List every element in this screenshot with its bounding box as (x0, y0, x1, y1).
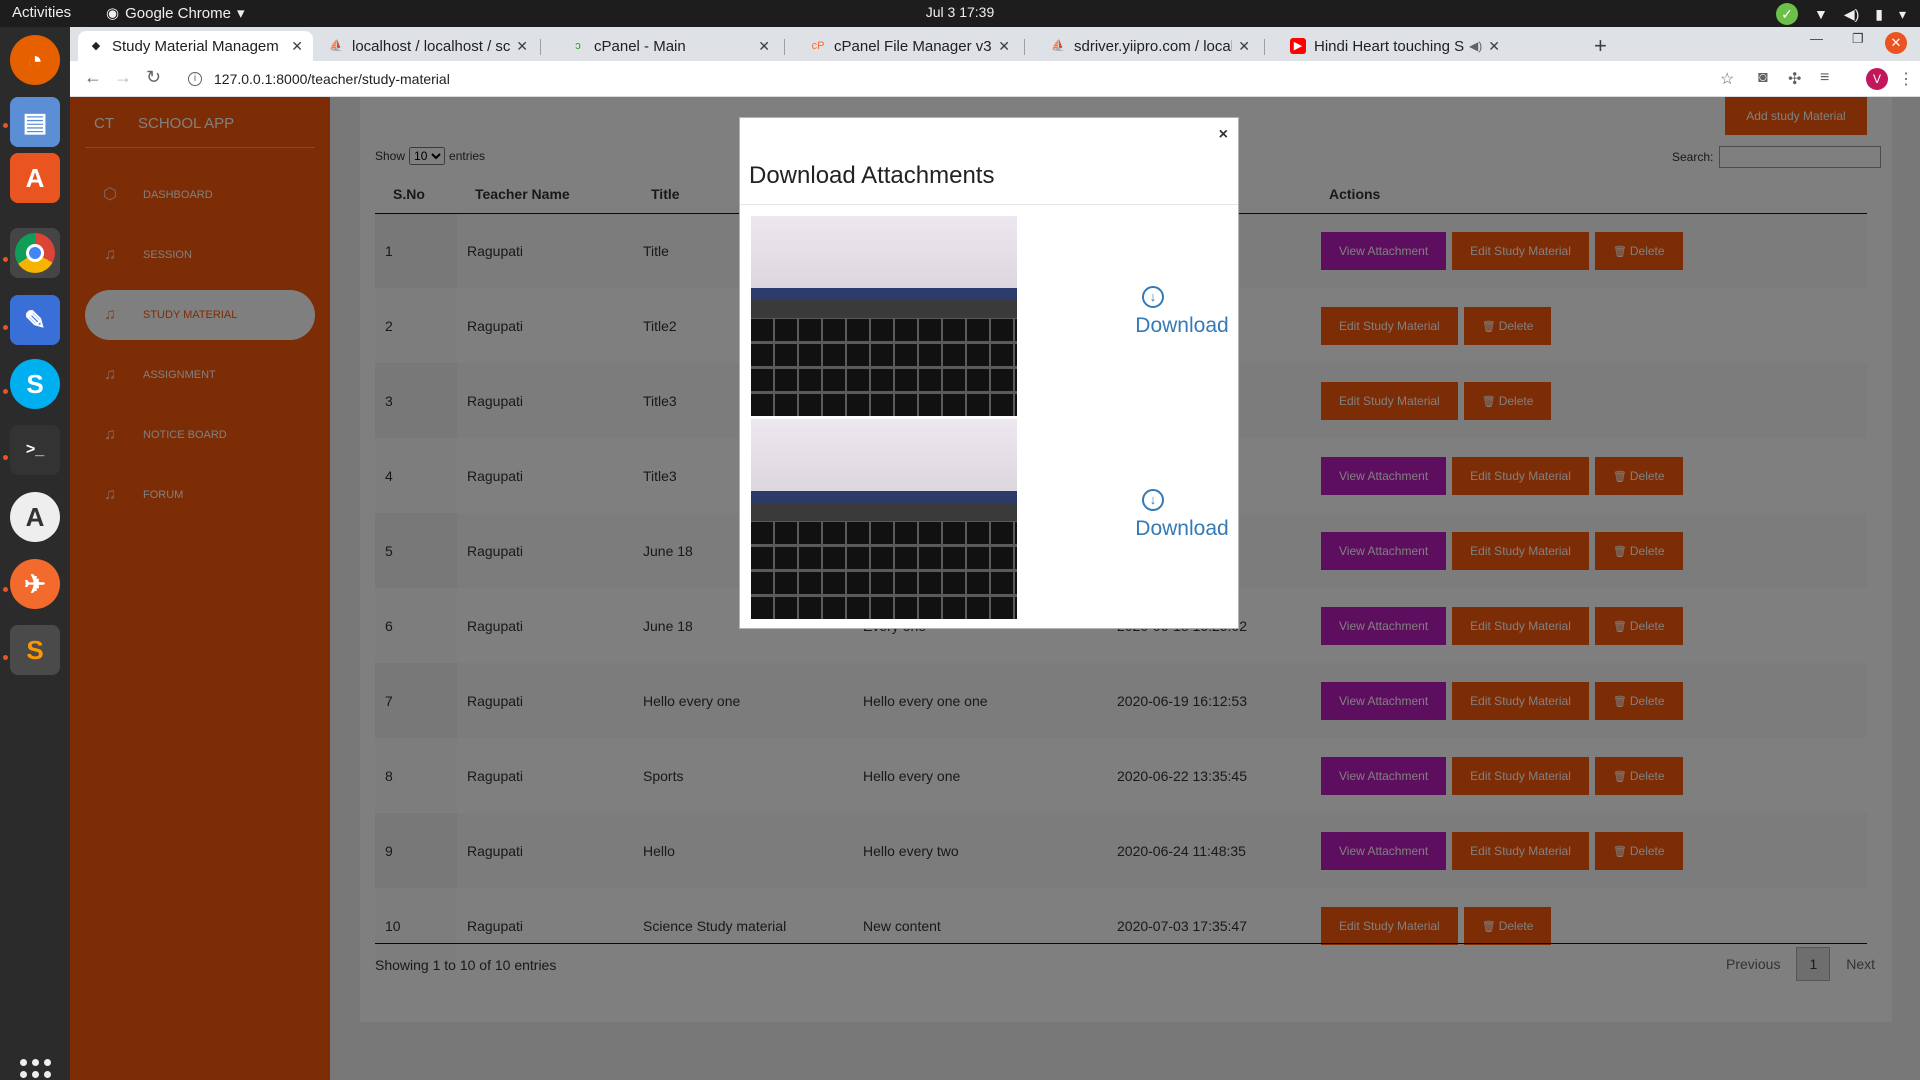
divider (740, 204, 1238, 205)
tab-title: Hindi Heart touching S (1314, 37, 1465, 55)
window-close-button[interactable]: ✕ (1885, 32, 1907, 54)
sublime-text-icon[interactable]: S (10, 625, 60, 675)
info-icon[interactable]: i (188, 72, 202, 86)
wifi-icon: ▼ (1813, 6, 1828, 22)
close-icon[interactable]: ✕ (998, 38, 1010, 55)
attachment-item: ↓ Download (751, 216, 1229, 416)
software-center-icon[interactable]: A (10, 153, 60, 203)
tab-separator (784, 39, 785, 55)
restore-icon[interactable]: ❐ (1852, 31, 1864, 47)
camera-icon[interactable]: ◙ (1758, 69, 1768, 87)
star-icon[interactable]: ☆ (1720, 69, 1734, 89)
tab-separator (1024, 39, 1025, 55)
tab-title: sdriver.yiipro.com / localh (1074, 37, 1233, 55)
terminal-icon[interactable]: >_ (10, 425, 60, 475)
text-editor-icon[interactable]: ✎ (10, 295, 60, 345)
firefox-icon[interactable]: ◔ (10, 35, 60, 85)
attachment-item: ↓ Download (751, 419, 1229, 619)
modal-title: Download Attachments (749, 162, 995, 189)
download-icon: ↓ (1142, 286, 1164, 308)
app-store-icon[interactable]: A (10, 492, 60, 542)
tab-title: localhost / localhost / sch (352, 37, 511, 55)
check-icon[interactable]: ✓ (1775, 3, 1798, 25)
running-indicator (3, 123, 8, 128)
volume-icon: ◀) (1843, 5, 1860, 22)
more-menu-icon[interactable]: ⋮ (1898, 69, 1914, 89)
close-icon[interactable]: ✕ (1488, 38, 1500, 55)
running-indicator (3, 455, 8, 460)
phpmyadmin-icon: ⛵ (329, 40, 343, 52)
url-text: 127.0.0.1:8000/teacher/study-material (214, 71, 450, 87)
tab-cpanel-file-manager[interactable]: cP cPanel File Manager v3 ✕ (800, 31, 1020, 61)
close-icon[interactable]: ✕ (291, 38, 303, 55)
close-icon[interactable]: ✕ (516, 38, 528, 55)
download-label: Download (1135, 517, 1229, 540)
minimize-icon[interactable]: — (1810, 31, 1823, 46)
system-top-bar: Activities ◉ Google Chrome ▾ Jul 3 17:39… (0, 0, 1920, 27)
extensions-icon[interactable]: ✣ (1788, 69, 1801, 89)
battery-icon: ▮ (1875, 5, 1883, 22)
download-attachments-modal: × Download Attachments ↓ Download ↓ Down… (739, 117, 1239, 629)
postman-icon[interactable]: ✈ (10, 559, 60, 609)
cpanel-icon: cP (811, 40, 825, 52)
download-icon: ↓ (1142, 489, 1164, 511)
tab-separator (1264, 39, 1265, 55)
tab-localhost-phpmyadmin[interactable]: ⛵ localhost / localhost / sch ✕ (318, 31, 538, 61)
tab-strip: ◆ Study Material Managem ✕ ⛵ localhost /… (70, 27, 1920, 61)
show-applications-icon[interactable] (20, 1059, 52, 1080)
system-tray[interactable]: ✓ ▼ ◀) ▮ ▾ (1775, 3, 1906, 25)
running-indicator (3, 325, 8, 330)
close-icon[interactable]: ✕ (758, 38, 770, 55)
attachment-thumbnail (751, 419, 1017, 619)
chrome-icon[interactable] (10, 228, 60, 278)
running-indicator (3, 655, 8, 660)
tab-sdriver-phpmyadmin[interactable]: ⛵ sdriver.yiipro.com / localh ✕ (1040, 31, 1260, 61)
download-link[interactable]: ↓ Download (1132, 286, 1232, 338)
tab-title: cPanel - Main (594, 37, 686, 55)
power-menu-icon: ▾ (1898, 5, 1906, 22)
attachment-thumbnail (751, 216, 1017, 416)
speaker-icon: ◀) (1469, 39, 1483, 53)
tab-cpanel-main[interactable]: ↄ cPanel - Main ✕ (560, 31, 780, 61)
mask-icon: ◆ (91, 40, 101, 52)
skype-icon[interactable]: S (10, 359, 60, 409)
profile-avatar[interactable]: V (1866, 68, 1888, 90)
forward-arrow-icon[interactable]: → (114, 67, 132, 88)
running-indicator (3, 389, 8, 394)
phpmyadmin-icon: ⛵ (1051, 40, 1065, 52)
tab-separator (540, 39, 541, 55)
tab-youtube[interactable]: ▶ Hindi Heart touching S ◀) ✕ (1280, 31, 1510, 61)
running-indicator (3, 587, 8, 592)
running-indicator (3, 257, 8, 262)
media-control-icon[interactable]: ≡ (1820, 69, 1829, 87)
files-icon[interactable]: ▤ (10, 97, 60, 147)
modal-close-button[interactable]: × (1219, 126, 1228, 144)
tab-title: cPanel File Manager v3 (834, 37, 992, 55)
dock: ◔ ▤ A ✎ S >_ A ✈ S (0, 27, 70, 1080)
web-viewport: CT SCHOOL APP ⬡ DASHBOARD ♫ SESSION ♫ ST… (70, 97, 1920, 1080)
clock[interactable]: Jul 3 17:39 (0, 4, 1920, 20)
tab-title: Study Material Managem (112, 37, 279, 55)
close-icon[interactable]: ✕ (1238, 38, 1250, 55)
new-tab-button[interactable]: + (1594, 33, 1607, 59)
download-link[interactable]: ↓ Download (1132, 489, 1232, 541)
cpanel-icon: ↄ (575, 40, 581, 52)
download-label: Download (1135, 314, 1229, 337)
reload-icon[interactable]: ↻ (146, 67, 161, 88)
back-arrow-icon[interactable]: ← (84, 67, 102, 88)
tab-study-material[interactable]: ◆ Study Material Managem ✕ (78, 31, 313, 61)
address-bar[interactable]: i 127.0.0.1:8000/teacher/study-material (180, 65, 1810, 93)
youtube-icon: ▶ (1290, 38, 1306, 54)
browser-toolbar: ← → ↻ i 127.0.0.1:8000/teacher/study-mat… (70, 61, 1920, 97)
